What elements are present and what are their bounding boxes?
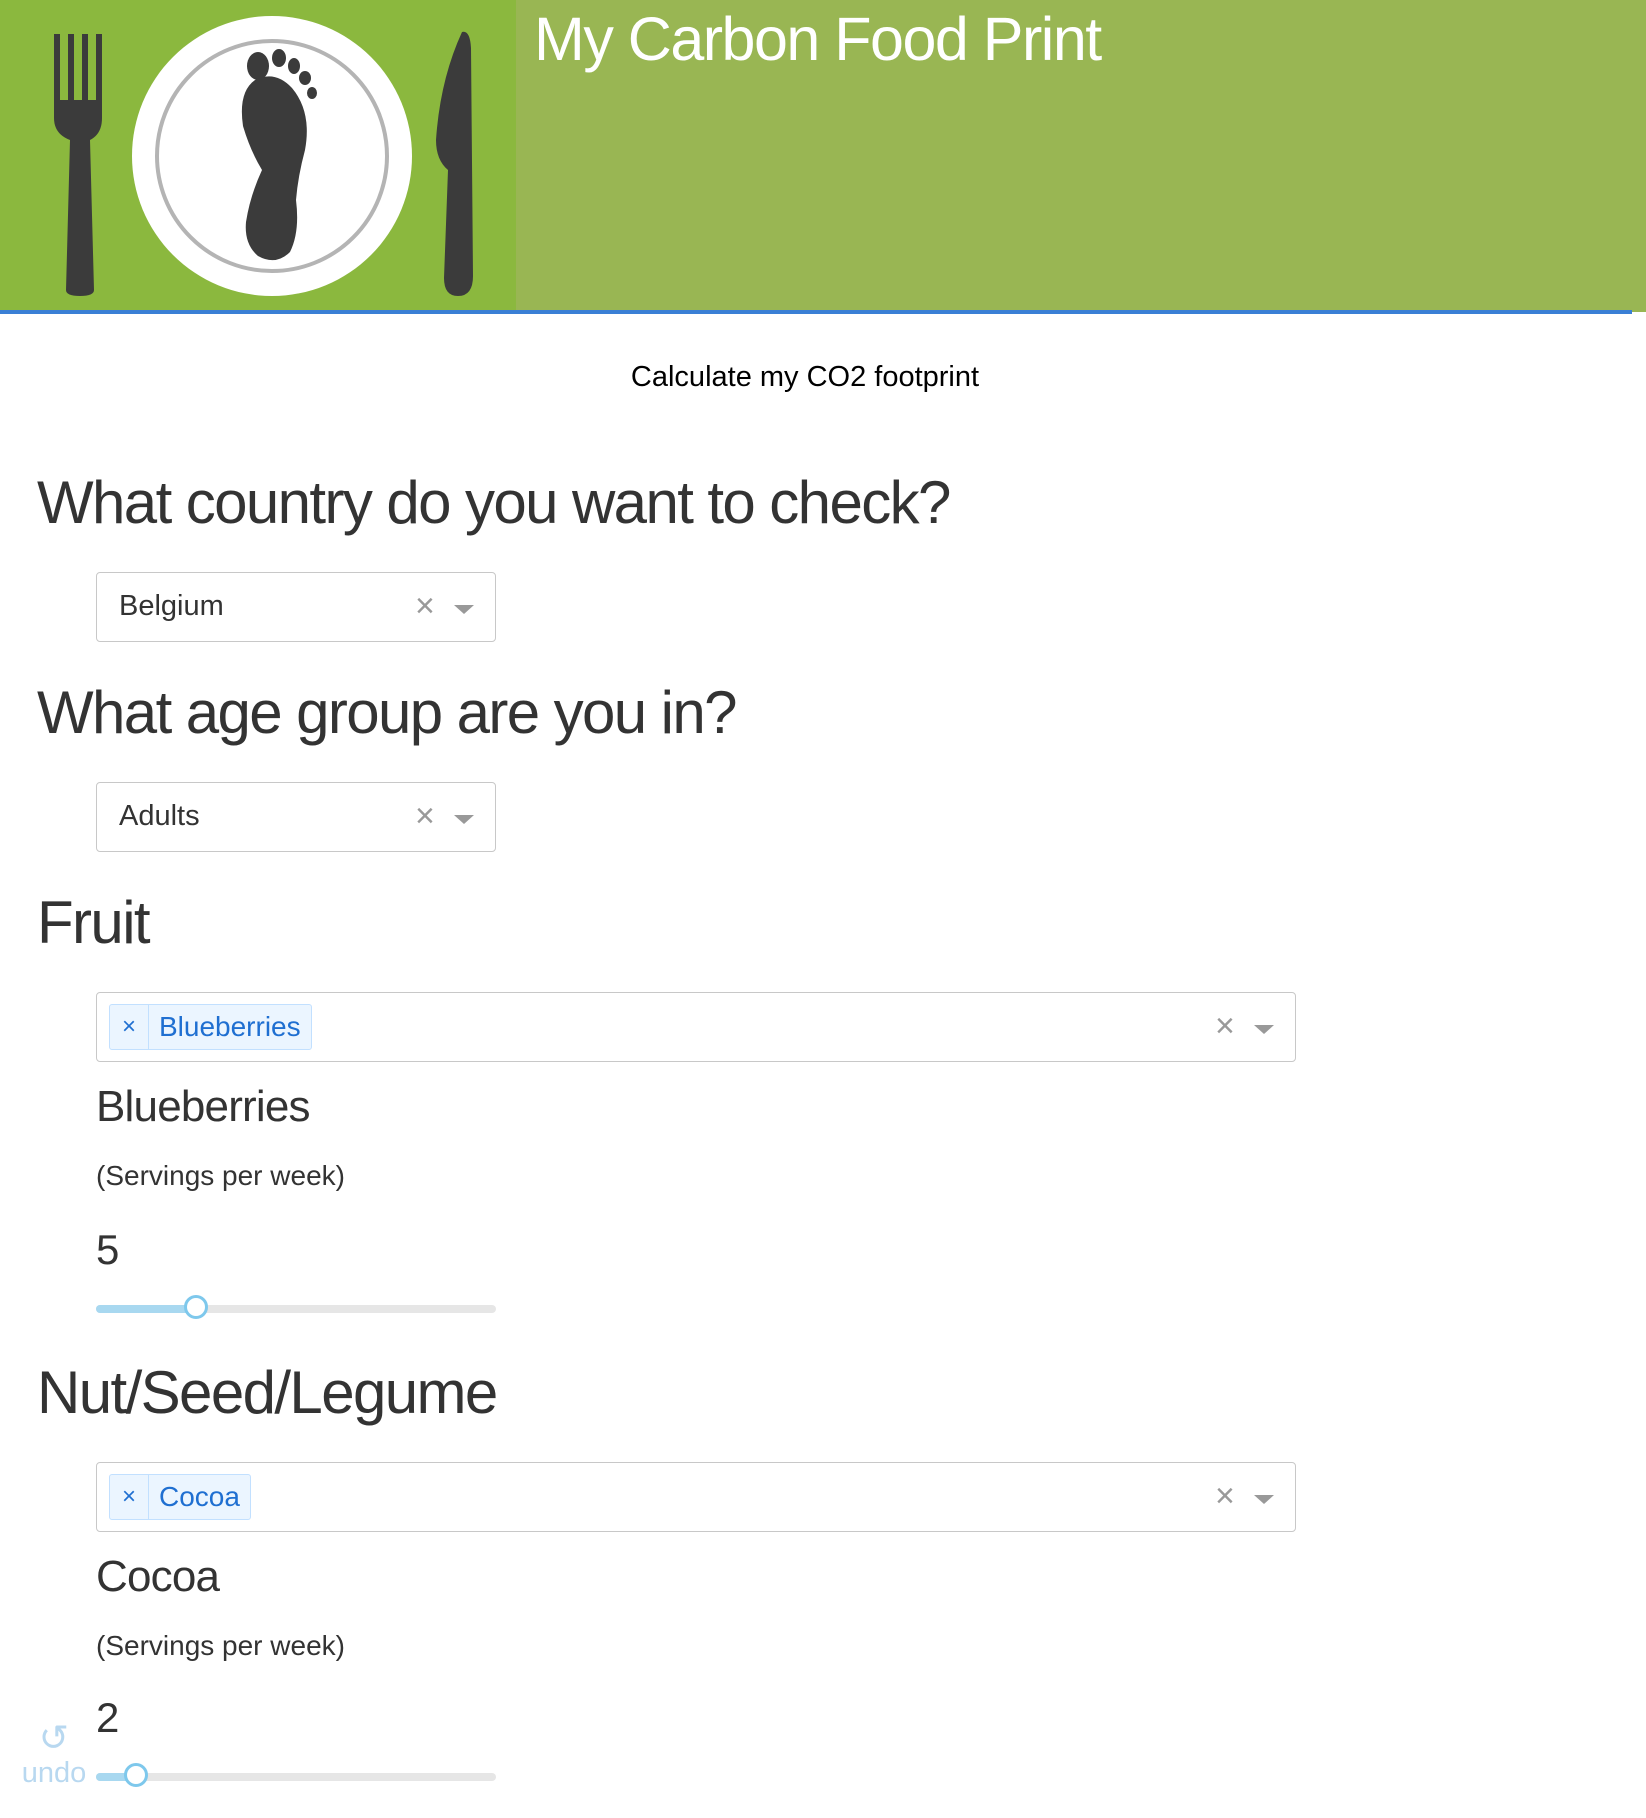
fruit-item-unit: (Servings per week) [96, 1160, 345, 1191]
country-select[interactable]: Belgium × [96, 572, 496, 642]
country-question: What country do you want to check? [37, 469, 951, 536]
fruit-heading: Fruit [37, 889, 151, 956]
tag-remove-icon[interactable]: × [110, 1005, 149, 1049]
app-title: My Carbon Food Print [534, 5, 1102, 73]
age-value: Adults [119, 800, 200, 832]
chevron-down-icon[interactable] [1254, 1495, 1274, 1504]
logo-icon [0, 0, 516, 312]
undo-icon: ↺ [38, 1717, 70, 1758]
nut-heading: Nut/Seed/Legume [37, 1359, 498, 1426]
fruit-select[interactable]: × Blueberries × [96, 992, 1296, 1062]
fruit-tag-label: Blueberries [159, 1011, 301, 1042]
close-icon[interactable]: × [415, 797, 435, 836]
nut-tag-label: Cocoa [159, 1481, 240, 1512]
fruit-item-value: 5 [96, 1226, 120, 1273]
fruit-tag: × Blueberries [109, 1004, 312, 1050]
close-icon[interactable]: × [1215, 1477, 1235, 1516]
undo-button[interactable]: ↺ undo [18, 1717, 90, 1789]
country-value: Belgium [119, 590, 224, 622]
age-select[interactable]: Adults × [96, 782, 496, 852]
slider-handle[interactable] [124, 1763, 148, 1787]
calculate-link[interactable]: Calculate my CO2 footprint [0, 361, 1610, 394]
fruit-item-title: Blueberries [96, 1082, 311, 1131]
tag-remove-icon[interactable]: × [110, 1475, 149, 1519]
nut-item-title: Cocoa [96, 1552, 220, 1601]
chevron-down-icon[interactable] [1254, 1025, 1274, 1034]
chevron-down-icon[interactable] [454, 605, 474, 614]
close-icon[interactable]: × [1215, 1007, 1235, 1046]
nut-select[interactable]: × Cocoa × [96, 1462, 1296, 1532]
app-header: My Carbon Food Print [0, 0, 1646, 312]
header-divider [0, 310, 1632, 314]
nut-tag: × Cocoa [109, 1474, 251, 1520]
slider-fill [96, 1305, 196, 1313]
slider-handle[interactable] [184, 1295, 208, 1319]
undo-label: undo [21, 1757, 87, 1789]
fruit-slider[interactable] [96, 1295, 496, 1319]
age-question: What age group are you in? [37, 679, 737, 746]
close-icon[interactable]: × [415, 587, 435, 626]
nut-item-unit: (Servings per week) [96, 1630, 345, 1661]
nut-slider[interactable] [96, 1763, 496, 1787]
chevron-down-icon[interactable] [454, 815, 474, 824]
nut-item-value: 2 [96, 1694, 120, 1741]
